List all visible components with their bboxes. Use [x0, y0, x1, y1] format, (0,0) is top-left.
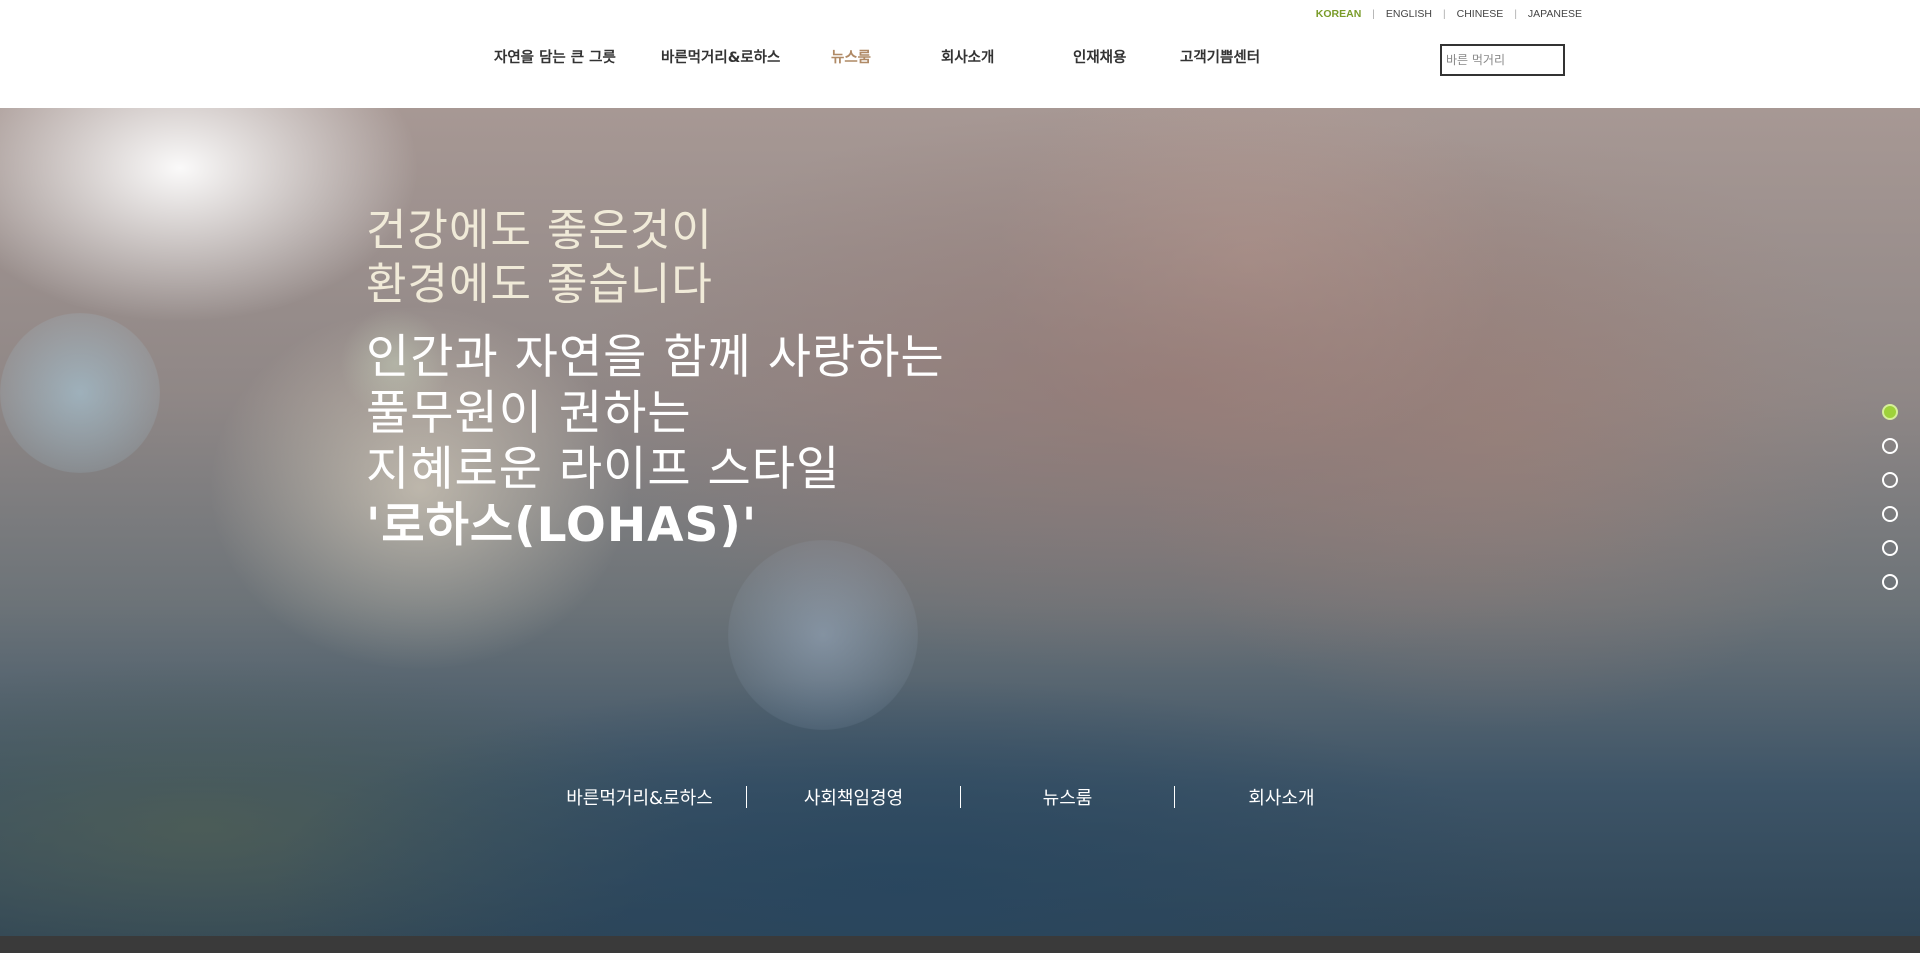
nav-item-lohas[interactable]: 바른먹거리&로하스: [661, 46, 780, 67]
slide-dot[interactable]: [1882, 438, 1898, 454]
lang-japanese[interactable]: JAPANESE: [1528, 8, 1582, 20]
nav-item-careers[interactable]: 인재채용: [1073, 46, 1126, 67]
slide-dot[interactable]: [1882, 404, 1898, 420]
hero-main-line: 풀무원이 권하는: [366, 386, 692, 441]
search-input[interactable]: [1446, 46, 1559, 74]
language-selector: KOREAN | ENGLISH | CHINESE | JAPANESE: [1316, 8, 1582, 20]
hero-copy: 건강에도 좋은것이 환경에도 좋습니다 인간과 자연을 함께 사랑하는 풀무원이…: [366, 204, 945, 554]
lens-flare: [728, 540, 918, 730]
search-box: [1440, 44, 1565, 76]
slide-dot[interactable]: [1882, 506, 1898, 522]
nav-item-company[interactable]: 회사소개: [941, 46, 994, 67]
lang-separator: |: [1443, 8, 1446, 20]
site-footer: [0, 936, 1920, 953]
hero-banner: 건강에도 좋은것이 환경에도 좋습니다 인간과 자연을 함께 사랑하는 풀무원이…: [0, 108, 1920, 936]
hero-quick-links: 바른먹거리&로하스 사회책임경영 뉴스룸 회사소개: [533, 784, 1388, 810]
nav-item-customer-center[interactable]: 고객기쁨센터: [1180, 46, 1260, 67]
lang-korean[interactable]: KOREAN: [1316, 8, 1362, 20]
lens-flare: [0, 313, 160, 473]
quick-link-lohas[interactable]: 바른먹거리&로하스: [533, 784, 746, 810]
slide-pager: [1882, 404, 1898, 608]
hero-main-line: 인간과 자연을 함께 사랑하는: [366, 330, 945, 385]
lang-chinese[interactable]: CHINESE: [1457, 8, 1504, 20]
slide-dot[interactable]: [1882, 574, 1898, 590]
slide-dot[interactable]: [1882, 540, 1898, 556]
quick-link-newsroom[interactable]: 뉴스룸: [961, 784, 1174, 810]
site-header: KOREAN | ENGLISH | CHINESE | JAPANESE 자연…: [0, 0, 1920, 108]
quick-link-company[interactable]: 회사소개: [1175, 784, 1388, 810]
slide-dot[interactable]: [1882, 472, 1898, 488]
nav-item-newsroom[interactable]: 뉴스룸: [831, 46, 871, 67]
lang-separator: |: [1372, 8, 1375, 20]
nav-item-nature[interactable]: 자연을 담는 큰 그릇: [494, 46, 616, 67]
lang-english[interactable]: ENGLISH: [1386, 8, 1432, 20]
hero-highlight: '로하스(LOHAS)': [366, 498, 758, 553]
hero-main-line: 지혜로운 라이프 스타일: [366, 442, 841, 497]
quick-link-csr[interactable]: 사회책임경영: [747, 784, 960, 810]
hero-lead-line: 환경에도 좋습니다: [366, 259, 713, 310]
lang-separator: |: [1514, 8, 1517, 20]
hero-lead-line: 건강에도 좋은것이: [366, 205, 713, 256]
